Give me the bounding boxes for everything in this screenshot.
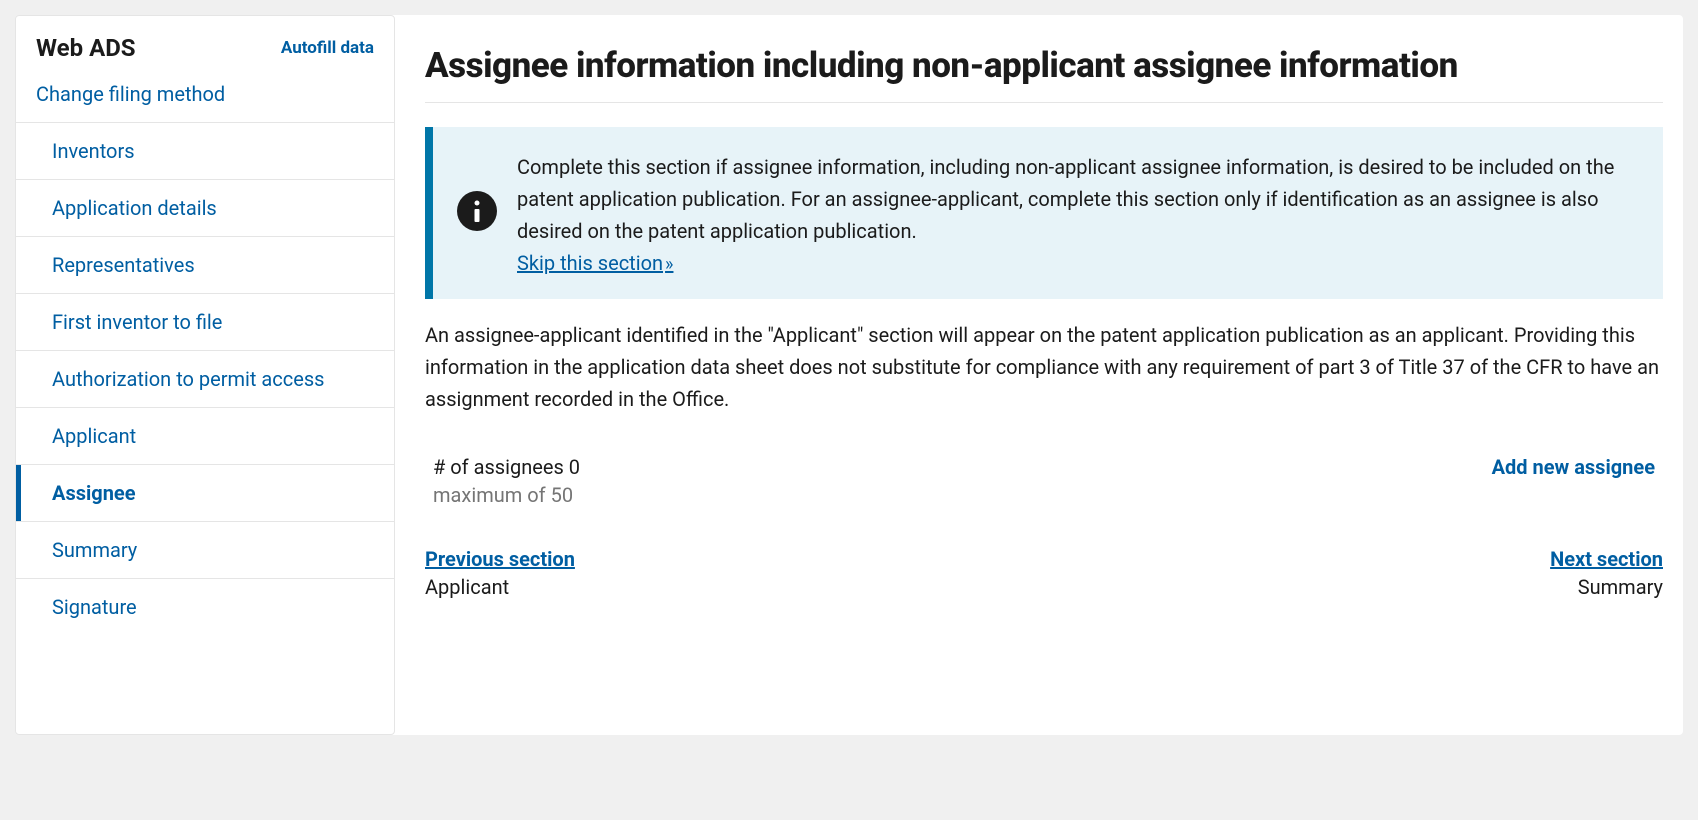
count-info: # of assignees 0 maximum of 50: [433, 455, 580, 507]
sidebar-item-inventors[interactable]: Inventors: [16, 123, 394, 180]
sidebar-item-label: Assignee: [52, 481, 136, 505]
sidebar-item-assignee[interactable]: Assignee: [16, 465, 394, 522]
app-container: Web ADS Autofill data Change filing meth…: [15, 15, 1683, 735]
info-content: Complete this section if assignee inform…: [517, 151, 1633, 275]
info-box: Complete this section if assignee inform…: [425, 127, 1663, 299]
sidebar-item-label: First inventor to file: [52, 310, 222, 334]
next-section-block: Next section Summary: [1550, 547, 1663, 599]
autofill-link[interactable]: Autofill data: [281, 38, 374, 58]
sidebar-header: Web ADS Autofill data: [16, 16, 394, 74]
skip-label: Skip this section: [517, 251, 663, 275]
main-content: Assignee information including non-appli…: [425, 15, 1683, 735]
sidebar-title: Web ADS: [36, 34, 136, 62]
sidebar-item-label: Authorization to permit access: [52, 367, 325, 391]
add-assignee-button[interactable]: Add new assignee: [1492, 455, 1655, 479]
description-text: An assignee-applicant identified in the …: [425, 319, 1663, 415]
info-text: Complete this section if assignee inform…: [517, 151, 1633, 247]
sidebar-item-representatives[interactable]: Representatives: [16, 237, 394, 294]
section-nav: Previous section Applicant Next section …: [425, 547, 1663, 599]
sidebar-item-label: Application details: [52, 196, 217, 220]
page-title: Assignee information including non-appli…: [425, 45, 1663, 86]
sidebar-item-signature[interactable]: Signature: [16, 579, 394, 635]
count-row: # of assignees 0 maximum of 50 Add new a…: [425, 455, 1663, 507]
sidebar: Web ADS Autofill data Change filing meth…: [15, 15, 395, 735]
sidebar-item-application-details[interactable]: Application details: [16, 180, 394, 237]
sidebar-item-first-inventor[interactable]: First inventor to file: [16, 294, 394, 351]
previous-section-block: Previous section Applicant: [425, 547, 575, 599]
divider: [425, 102, 1663, 103]
sidebar-item-label: Summary: [52, 538, 137, 562]
info-icon: [457, 191, 497, 231]
count-max: maximum of 50: [433, 483, 580, 507]
previous-section-name: Applicant: [425, 575, 575, 599]
sidebar-item-summary[interactable]: Summary: [16, 522, 394, 579]
sidebar-item-label: Inventors: [52, 139, 135, 163]
sidebar-item-label: Representatives: [52, 253, 195, 277]
next-section-name: Summary: [1550, 575, 1663, 599]
sidebar-item-authorization[interactable]: Authorization to permit access: [16, 351, 394, 408]
sidebar-item-applicant[interactable]: Applicant: [16, 408, 394, 465]
previous-section-link[interactable]: Previous section: [425, 547, 575, 571]
change-filing-link[interactable]: Change filing method: [16, 74, 394, 123]
sidebar-item-label: Signature: [52, 595, 137, 619]
sidebar-item-label: Applicant: [52, 424, 136, 448]
next-section-link[interactable]: Next section: [1550, 547, 1663, 571]
chevron-right-icon: »: [665, 254, 673, 275]
count-label: # of assignees 0: [433, 455, 580, 479]
skip-section-link[interactable]: Skip this section»: [517, 251, 673, 275]
